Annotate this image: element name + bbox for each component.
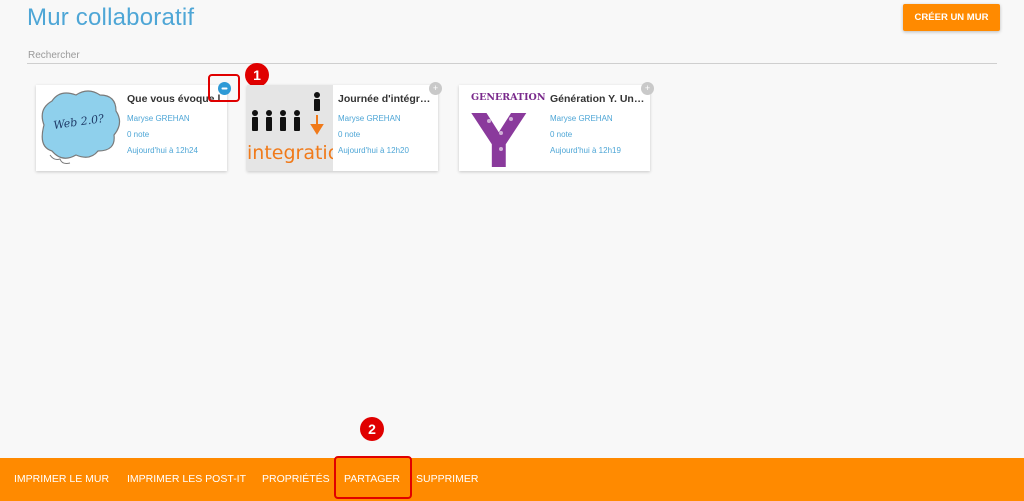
generation-y-image: GENERATION Y bbox=[459, 85, 545, 171]
delete-button[interactable]: SUPPRIMER bbox=[416, 473, 478, 485]
print-wall-button[interactable]: IMPRIMER LE MUR bbox=[14, 473, 109, 485]
integration-people-image: integration bbox=[247, 85, 333, 171]
card-notes: 0 note bbox=[550, 130, 573, 139]
card-thumbnail: GENERATION Y bbox=[459, 85, 545, 171]
thumb-letter: Y bbox=[471, 99, 527, 171]
highlight-box-card-action bbox=[208, 74, 240, 102]
card-time: Aujourd'hui à 12h20 bbox=[338, 146, 409, 155]
card-thumbnail: integration bbox=[247, 85, 333, 171]
card-author[interactable]: Maryse GREHAN bbox=[127, 114, 223, 123]
card-title: Journée d'intégrati… bbox=[338, 93, 434, 105]
wall-card[interactable]: GENERATION Y Génération Y. Une … Maryse … bbox=[459, 85, 650, 171]
plus-icon[interactable]: + bbox=[641, 82, 654, 95]
print-postits-button[interactable]: IMPRIMER LES POST-IT bbox=[127, 473, 246, 485]
wall-card[interactable]: integration Journée d'intégrati… Maryse … bbox=[247, 85, 438, 171]
highlight-box-share bbox=[334, 456, 412, 499]
card-time: Aujourd'hui à 12h24 bbox=[127, 146, 198, 155]
card-thumbnail: Web 2.0? bbox=[36, 85, 122, 171]
card-notes: 0 note bbox=[127, 130, 150, 139]
step-marker-2: 2 bbox=[360, 417, 384, 441]
card-notes: 0 note bbox=[338, 130, 361, 139]
properties-button[interactable]: PROPRIÉTÉS bbox=[262, 473, 330, 485]
web20-cloud-image: Web 2.0? bbox=[36, 85, 122, 171]
plus-icon[interactable]: + bbox=[429, 82, 442, 95]
search-input[interactable] bbox=[27, 47, 997, 64]
wall-card[interactable]: Web 2.0? Que vous évoque l Maryse GREHAN… bbox=[36, 85, 227, 171]
create-wall-button[interactable]: CRÉER UN MUR bbox=[903, 4, 1000, 31]
card-author[interactable]: Maryse GREHAN bbox=[338, 114, 434, 123]
bottom-action-bar: IMPRIMER LE MUR IMPRIMER LES POST-IT PRO… bbox=[0, 458, 1024, 501]
step-marker-1: 1 bbox=[245, 63, 269, 87]
card-time: Aujourd'hui à 12h19 bbox=[550, 146, 621, 155]
card-author[interactable]: Maryse GREHAN bbox=[550, 114, 646, 123]
card-title: Génération Y. Une … bbox=[550, 93, 646, 105]
page-title: Mur collaboratif bbox=[27, 4, 195, 31]
thumb-text: integration bbox=[247, 142, 333, 164]
